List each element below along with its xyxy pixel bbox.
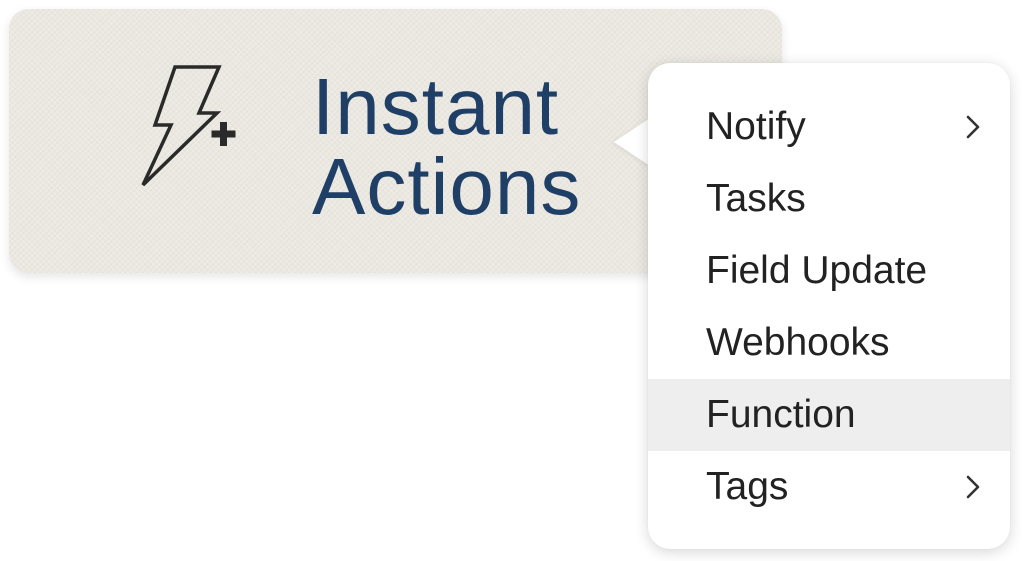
menu-item-notify[interactable]: Notify (648, 91, 1010, 163)
menu-item-function[interactable]: Function (648, 379, 1010, 451)
menu-list: Notify Tasks Field Update Webhooks Funct… (648, 91, 1010, 523)
menu-item-webhooks[interactable]: Webhooks (648, 307, 1010, 379)
menu-item-label: Function (706, 393, 856, 436)
menu-item-label: Webhooks (706, 321, 890, 364)
card-title-line-1: Instant (312, 62, 560, 151)
menu-item-label: Tags (706, 465, 789, 508)
chevron-right-icon (966, 475, 980, 499)
menu-pointer (614, 118, 650, 166)
menu-item-tasks[interactable]: Tasks (648, 163, 1010, 235)
menu-item-label: Field Update (706, 249, 928, 292)
card-title-line-2: Actions (312, 142, 582, 231)
menu-item-label: Tasks (706, 177, 806, 220)
menu-item-field-update[interactable]: Field Update (648, 235, 1010, 307)
actions-popup-menu: Notify Tasks Field Update Webhooks Funct… (648, 63, 1010, 549)
menu-item-label: Notify (706, 105, 806, 148)
card-title: Instant Actions (312, 67, 581, 227)
menu-item-tags[interactable]: Tags (648, 451, 1010, 523)
chevron-right-icon (966, 115, 980, 139)
lightning-bolt-plus-icon (141, 65, 236, 187)
